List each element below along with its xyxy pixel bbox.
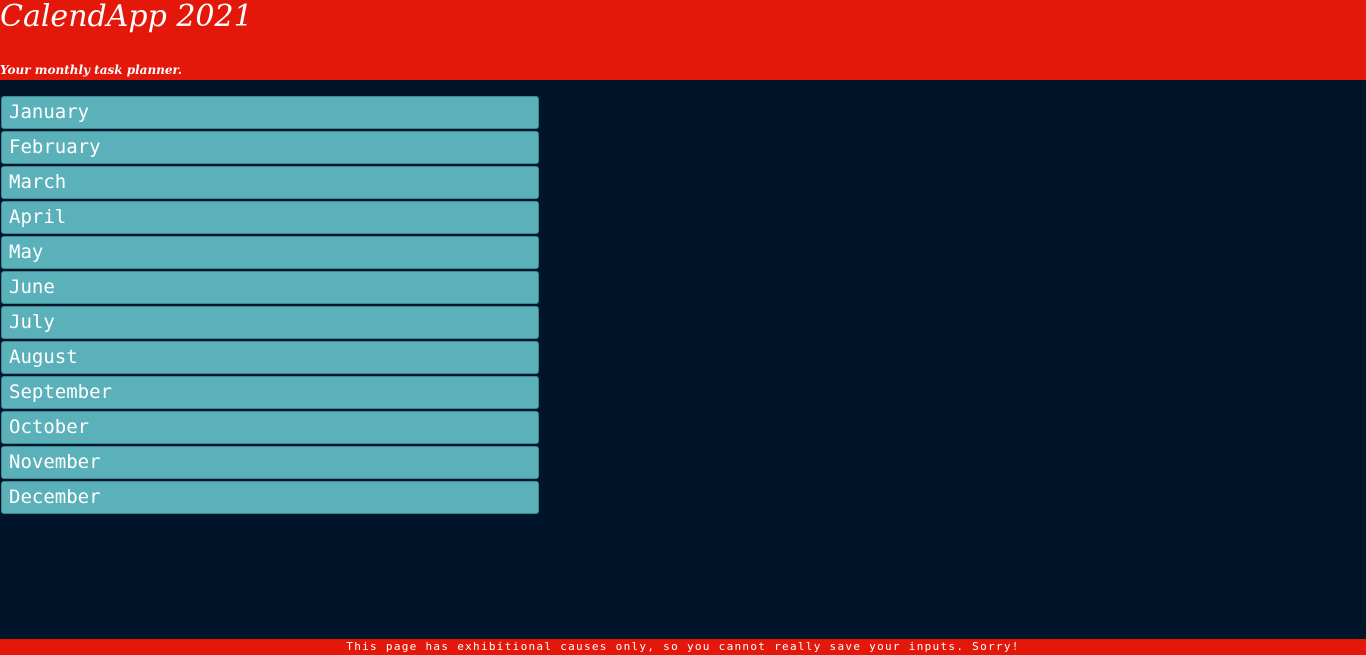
- month-button-february[interactable]: February: [1, 131, 539, 164]
- month-button-october[interactable]: October: [1, 411, 539, 444]
- month-button-december[interactable]: December: [1, 481, 539, 514]
- month-button-april[interactable]: April: [1, 201, 539, 234]
- app-subtitle: Your monthly task planner.: [0, 63, 182, 77]
- month-button-january[interactable]: January: [1, 96, 539, 129]
- month-button-november[interactable]: November: [1, 446, 539, 479]
- month-button-august[interactable]: August: [1, 341, 539, 374]
- month-list: January February March April May June Ju…: [0, 96, 540, 516]
- app-header: CalendApp 2021 Your monthly task planner…: [0, 0, 1366, 80]
- month-button-march[interactable]: March: [1, 166, 539, 199]
- month-button-july[interactable]: July: [1, 306, 539, 339]
- app-title: CalendApp 2021: [0, 0, 253, 34]
- month-button-june[interactable]: June: [1, 271, 539, 304]
- month-button-may[interactable]: May: [1, 236, 539, 269]
- month-button-september[interactable]: September: [1, 376, 539, 409]
- footer-notice: This page has exhibitional causes only, …: [0, 639, 1366, 655]
